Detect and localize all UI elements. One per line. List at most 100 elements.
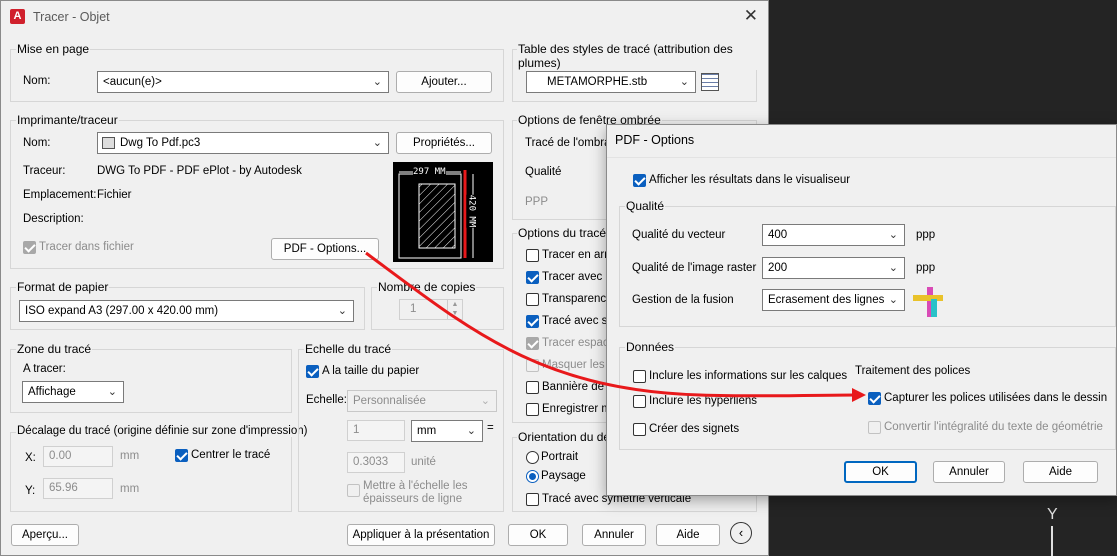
option-trace-label: Masquer les o [542, 359, 615, 371]
option-trace-checkbox[interactable] [526, 381, 539, 394]
zone-trace-value: Affichage [28, 386, 76, 398]
tracer-fichier-checkbox[interactable] [23, 241, 36, 254]
pdf-ok-button[interactable]: OK [844, 461, 917, 483]
ajouter-button[interactable]: Ajouter... [396, 71, 492, 93]
vecteur-value: 400 [768, 229, 788, 241]
paysage-radio[interactable] [526, 470, 539, 483]
pdf-annuler-button[interactable]: Annuler [933, 461, 1005, 483]
hyperliens-label: Inclure les hyperliens [649, 395, 758, 407]
convertir-checkbox[interactable] [868, 421, 881, 434]
afficher-checkbox[interactable] [633, 174, 646, 187]
option-trace-label: Tracé avec st [542, 315, 611, 327]
decalage-y-label: Y: [25, 485, 36, 497]
portrait-radio[interactable] [526, 451, 539, 464]
option-trace-checkbox[interactable] [526, 315, 539, 328]
table-styles-title: Table des styles de tracé (attribution d… [517, 42, 768, 70]
echelle-value-2-input[interactable]: 0.3033 [347, 452, 405, 473]
traceur-value: DWG To PDF - PDF ePlot - by Autodesk [97, 165, 302, 177]
decalage-x-input[interactable]: 0.00 [43, 446, 113, 467]
pdf-aide-button[interactable]: Aide [1023, 461, 1098, 483]
echelle-select[interactable]: Personnalisée ⌄ [347, 390, 497, 412]
portrait-label: Portrait [541, 451, 579, 463]
option-trace-checkbox[interactable] [526, 403, 539, 416]
signets-checkbox[interactable] [633, 423, 646, 436]
fusion-select[interactable]: Ecrasement des lignes ⌄ [762, 289, 905, 311]
pdf-options-title-separator [607, 157, 1116, 158]
collapse-options-icon[interactable]: ‹ [730, 522, 752, 544]
imprimante-nom-label: Nom: [23, 137, 51, 149]
option-trace-label: Bannière de t [542, 381, 611, 393]
decalage-x-label: X: [25, 452, 36, 464]
trace-ombrage-label: Tracé de l'ombrag [525, 137, 617, 149]
mettre-echelle-label-2: épaisseurs de ligne [363, 493, 463, 505]
option-trace-checkbox[interactable] [526, 249, 539, 262]
centrer-checkbox[interactable] [175, 449, 188, 462]
option-trace-checkbox[interactable] [526, 271, 539, 284]
donnees-group-title: Données [625, 340, 676, 354]
paper-preview: 297 MM 420 MM [393, 162, 493, 262]
chevron-down-icon: ⌄ [107, 386, 117, 398]
decalage-x-value: 0.00 [49, 450, 72, 462]
echelle-value-2: 0.3033 [353, 456, 389, 468]
option-trace-checkbox[interactable] [526, 359, 539, 372]
mettre-echelle-checkbox[interactable] [347, 484, 360, 497]
decalage-y-unit: mm [120, 483, 140, 495]
echelle-value: Personnalisée [353, 395, 426, 407]
a-tracer-label: A tracer: [23, 363, 66, 375]
table-styles-value: METAMORPHE.stb [547, 76, 648, 88]
imprimante-select[interactable]: Dwg To Pdf.pc3 ⌄ [97, 132, 389, 154]
edit-plot-style-icon[interactable] [701, 73, 719, 91]
decalage-x-unit: mm [120, 450, 140, 462]
calques-checkbox[interactable] [633, 370, 646, 383]
mise-en-page-select[interactable]: <aucun(e)> ⌄ [97, 71, 389, 93]
option-trace-label: Enregistrer m [542, 403, 612, 415]
echelle-unit-select[interactable]: mm ⌄ [411, 420, 483, 442]
option-trace-checkbox[interactable] [526, 293, 539, 306]
orientation-title: Orientation du des [517, 430, 618, 444]
ucs-axis-label: Y [1047, 506, 1058, 523]
hyperliens-checkbox[interactable] [633, 395, 646, 408]
chevron-down-icon: ⌄ [679, 76, 689, 88]
copies-spinner[interactable]: ▲ ▼ [447, 300, 462, 319]
echelle-value-1: 1 [353, 424, 360, 436]
description-label: Description: [23, 213, 84, 225]
table-styles-select[interactable]: METAMORPHE.stb ⌄ [526, 71, 696, 93]
symetrie-checkbox[interactable] [526, 493, 539, 506]
option-trace-checkbox[interactable] [526, 337, 539, 350]
taille-papier-label: A la taille du papier [322, 365, 420, 377]
decalage-y-input[interactable]: 65.96 [43, 478, 113, 499]
decalage-y-value: 65.96 [49, 482, 78, 494]
annuler-button[interactable]: Annuler [582, 524, 646, 546]
close-icon[interactable]: ✕ [744, 7, 758, 25]
imprimante-title: Imprimante/traceur [16, 113, 119, 127]
decalage-title: Décalage du tracé (origine définie sur z… [16, 425, 309, 437]
raster-unit: ppp [916, 262, 936, 274]
proprietes-button[interactable]: Propriétés... [396, 132, 492, 154]
nombre-copies-title: Nombre de copies [377, 280, 477, 294]
capturer-checkbox[interactable] [868, 392, 881, 405]
ucs-axis-line [1051, 526, 1053, 556]
zone-trace-select[interactable]: Affichage ⌄ [22, 381, 124, 403]
pdf-options-button[interactable]: PDF - Options... [271, 238, 379, 260]
chevron-down-icon: ⌄ [372, 137, 382, 149]
vecteur-select[interactable]: 400 ⌄ [762, 224, 905, 246]
format-papier-title: Format de papier [16, 280, 110, 294]
qualite-label: Qualité [525, 166, 562, 178]
appliquer-button[interactable]: Appliquer à la présentation [347, 524, 495, 546]
capturer-label: Capturer les polices utilisées dans le d… [884, 392, 1108, 404]
apercu-button[interactable]: Aperçu... [11, 524, 79, 546]
preview-width-label: 297 MM [413, 167, 446, 177]
signets-label: Créer des signets [649, 423, 740, 435]
pdf-options-dialog: PDF - Options Afficher les résultats dan… [606, 124, 1117, 496]
mise-en-page-nom-label: Nom: [23, 75, 51, 87]
format-papier-select[interactable]: ISO expand A3 (297.00 x 420.00 mm) ⌄ [19, 300, 354, 322]
traceur-label: Traceur: [23, 165, 66, 177]
window-title: Tracer - Objet [33, 10, 110, 24]
decalage-group [10, 432, 292, 512]
ok-button[interactable]: OK [508, 524, 568, 546]
centrer-label: Centrer le tracé [191, 449, 271, 461]
raster-select[interactable]: 200 ⌄ [762, 257, 905, 279]
aide-button[interactable]: Aide [656, 524, 720, 546]
taille-papier-checkbox[interactable] [306, 365, 319, 378]
echelle-value-1-input[interactable]: 1 [347, 420, 405, 441]
